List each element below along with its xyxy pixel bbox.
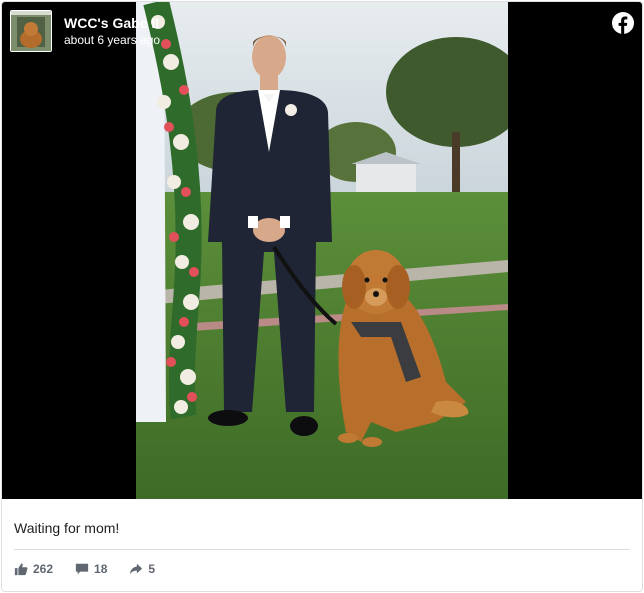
facebook-post-card: WCC's Gabe II about 6 years ago Waiting … (1, 1, 643, 592)
post-caption: Waiting for mom! (14, 520, 120, 536)
shares-count[interactable]: 5 (129, 562, 155, 576)
post-photo[interactable] (136, 2, 508, 499)
share-arrow-icon (130, 563, 143, 575)
post-timestamp[interactable]: about 6 years ago (64, 33, 160, 48)
comments-count[interactable]: 18 (75, 562, 107, 576)
post-photo-frame[interactable]: WCC's Gabe II about 6 years ago (2, 2, 642, 499)
divider (14, 549, 630, 550)
post-author-block: WCC's Gabe II about 6 years ago (64, 15, 160, 48)
comment-icon (75, 563, 89, 575)
post-header: WCC's Gabe II about 6 years ago (10, 10, 160, 52)
thumbs-up-icon (14, 563, 28, 576)
engagement-bar: 262 18 5 (14, 562, 177, 576)
shares-value: 5 (148, 562, 156, 576)
likes-value: 262 (33, 562, 54, 576)
page-avatar[interactable] (10, 10, 52, 52)
page-name-link[interactable]: WCC's Gabe II (64, 15, 160, 32)
comments-value: 18 (94, 562, 108, 576)
facebook-logo-icon[interactable] (612, 12, 634, 34)
likes-count[interactable]: 262 (14, 562, 53, 576)
